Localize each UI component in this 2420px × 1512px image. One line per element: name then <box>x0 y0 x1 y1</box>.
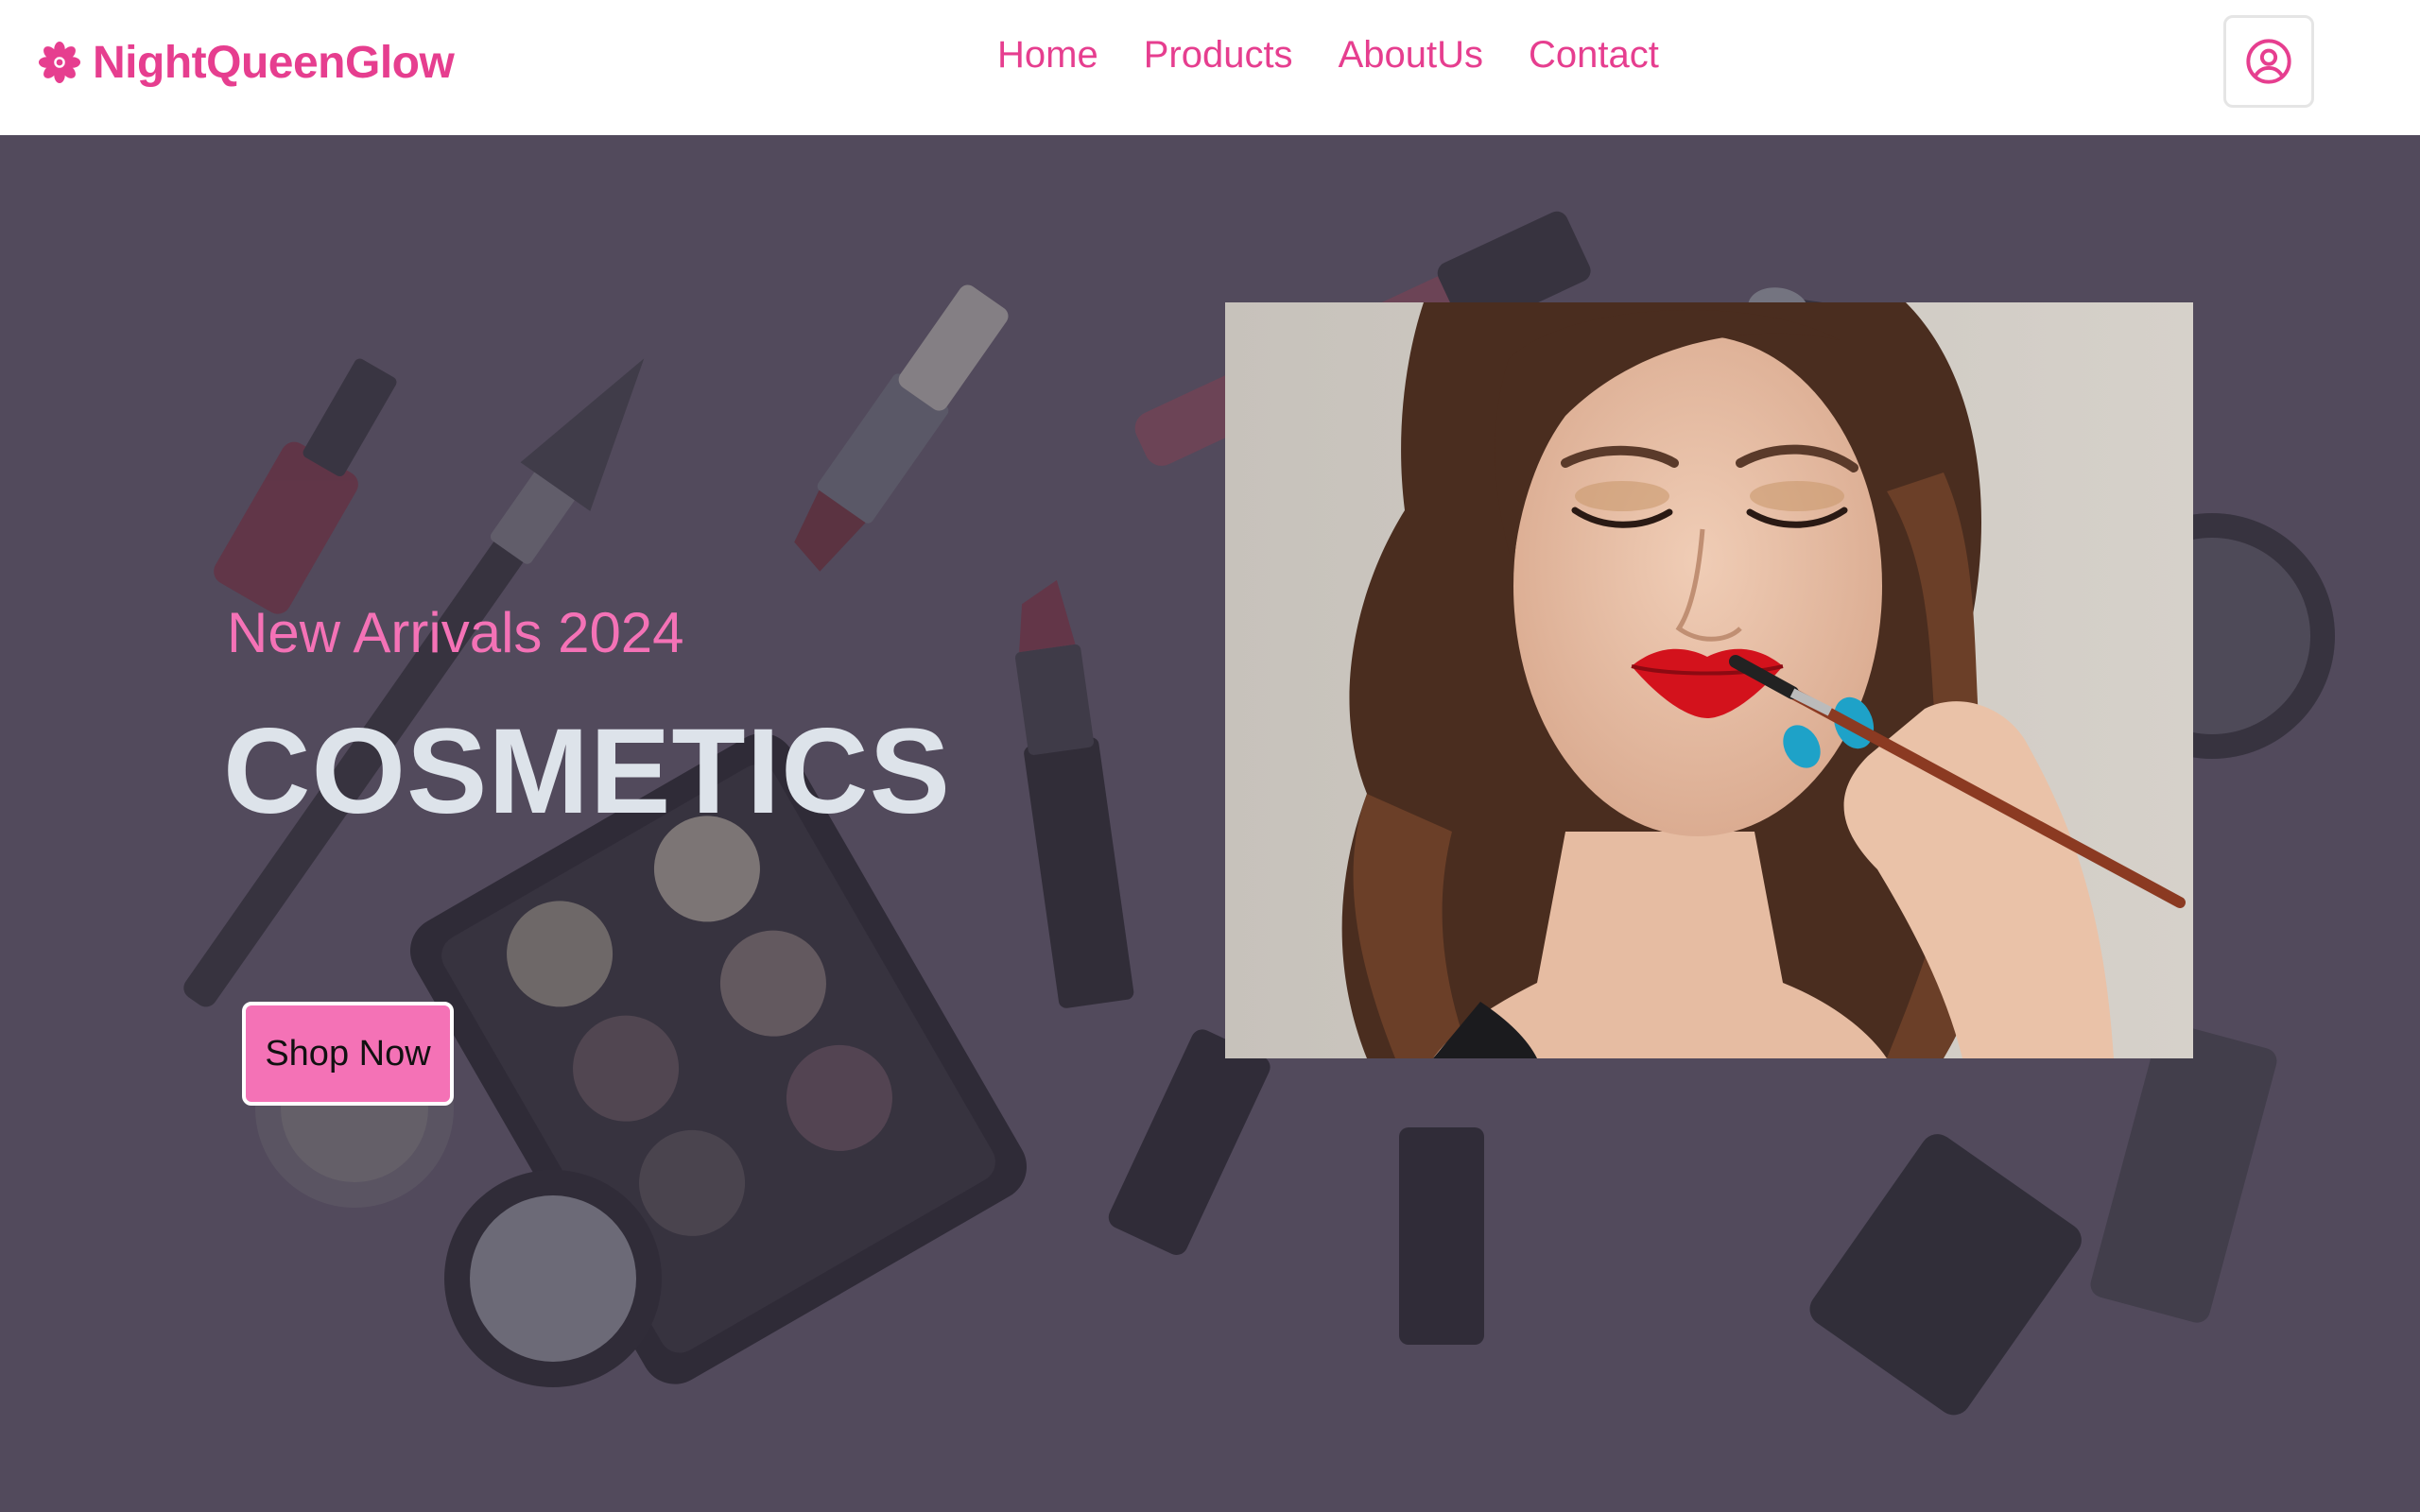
brand-logo[interactable]: NightQueenGlow <box>38 32 455 93</box>
model-photo <box>1225 302 2193 1058</box>
user-account-button[interactable] <box>2223 15 2314 108</box>
brand-name: NightQueenGlow <box>93 37 455 88</box>
hero-headline: COSMETICS <box>223 704 951 839</box>
user-circle-icon <box>2246 39 2291 84</box>
main-nav: Home Products AboutUs Contact <box>997 25 1659 85</box>
nav-link-home[interactable]: Home <box>997 34 1098 77</box>
nav-link-contact[interactable]: Contact <box>1529 34 1659 77</box>
flower-icon <box>38 41 81 84</box>
nav-link-products[interactable]: Products <box>1144 34 1293 77</box>
nav-link-aboutus[interactable]: AboutUs <box>1339 34 1483 77</box>
hero-subtitle: New Arrivals 2024 <box>227 601 684 664</box>
site-header: NightQueenGlow Home Products AboutUs Con… <box>0 0 2420 135</box>
model-applying-lipstick-image <box>1225 302 2193 1058</box>
shop-now-button[interactable]: Shop Now <box>242 1002 454 1106</box>
